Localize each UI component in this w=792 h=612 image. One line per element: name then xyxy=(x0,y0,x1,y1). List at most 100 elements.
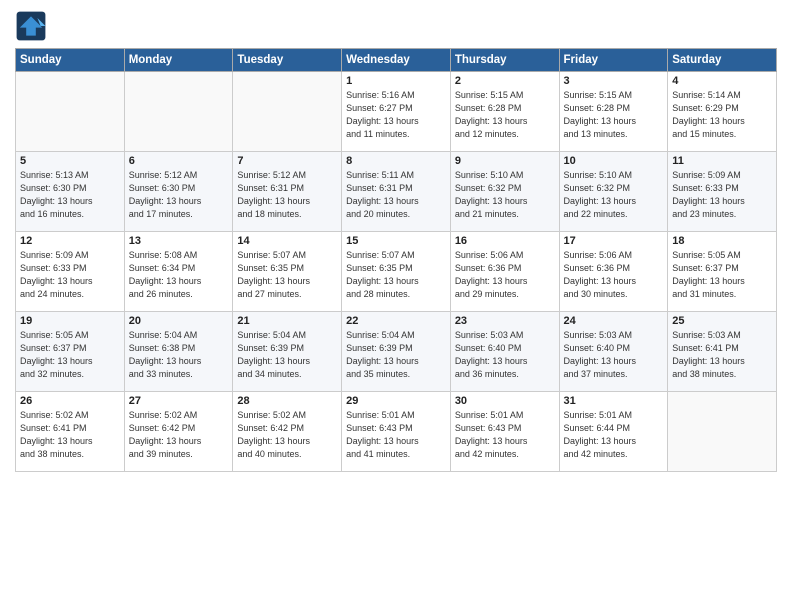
calendar-cell: 9 Sunrise: 5:10 AM Sunset: 6:32 PM Daylig… xyxy=(450,152,559,232)
logo-icon xyxy=(15,10,47,42)
day-info: Sunrise: 5:01 AM Sunset: 6:44 PM Dayligh… xyxy=(564,409,664,461)
day-info: Sunrise: 5:13 AM Sunset: 6:30 PM Dayligh… xyxy=(20,169,120,221)
calendar-cell: 28 Sunrise: 5:02 AM Sunset: 6:42 PM Dayli… xyxy=(233,392,342,472)
day-info: Sunrise: 5:06 AM Sunset: 6:36 PM Dayligh… xyxy=(455,249,555,301)
day-number: 25 xyxy=(672,315,772,327)
calendar-cell xyxy=(16,72,125,152)
day-info: Sunrise: 5:04 AM Sunset: 6:39 PM Dayligh… xyxy=(346,329,446,381)
day-number: 19 xyxy=(20,315,120,327)
day-number: 30 xyxy=(455,395,555,407)
calendar-cell: 25 Sunrise: 5:03 AM Sunset: 6:41 PM Dayli… xyxy=(668,312,777,392)
day-info: Sunrise: 5:02 AM Sunset: 6:42 PM Dayligh… xyxy=(129,409,229,461)
day-info: Sunrise: 5:10 AM Sunset: 6:32 PM Dayligh… xyxy=(564,169,664,221)
calendar-cell: 31 Sunrise: 5:01 AM Sunset: 6:44 PM Dayli… xyxy=(559,392,668,472)
day-number: 23 xyxy=(455,315,555,327)
day-number: 28 xyxy=(237,395,337,407)
day-info: Sunrise: 5:14 AM Sunset: 6:29 PM Dayligh… xyxy=(672,89,772,141)
calendar-day-header: Wednesday xyxy=(342,49,451,72)
calendar-week-row: 1Sunrise: 5:16 AM Sunset: 6:27 PM Daylig… xyxy=(16,72,777,152)
day-number: 14 xyxy=(237,235,337,247)
day-info: Sunrise: 5:02 AM Sunset: 6:41 PM Dayligh… xyxy=(20,409,120,461)
calendar-cell: 16 Sunrise: 5:06 AM Sunset: 6:36 PM Dayli… xyxy=(450,232,559,312)
day-number: 29 xyxy=(346,395,446,407)
day-info: Sunrise: 5:12 AM Sunset: 6:30 PM Dayligh… xyxy=(129,169,229,221)
calendar-cell: 8 Sunrise: 5:11 AM Sunset: 6:31 PM Daylig… xyxy=(342,152,451,232)
calendar-week-row: 19Sunrise: 5:05 AM Sunset: 6:37 PM Dayli… xyxy=(16,312,777,392)
day-info: Sunrise: 5:03 AM Sunset: 6:41 PM Dayligh… xyxy=(672,329,772,381)
day-number: 7 xyxy=(237,155,337,167)
calendar-cell: 7 Sunrise: 5:12 AM Sunset: 6:31 PM Daylig… xyxy=(233,152,342,232)
day-info: Sunrise: 5:09 AM Sunset: 6:33 PM Dayligh… xyxy=(672,169,772,221)
calendar-cell: 24Sunrise: 5:03 AM Sunset: 6:40 PM Dayli… xyxy=(559,312,668,392)
day-info: Sunrise: 5:04 AM Sunset: 6:38 PM Dayligh… xyxy=(129,329,229,381)
day-info: Sunrise: 5:10 AM Sunset: 6:32 PM Dayligh… xyxy=(455,169,555,221)
day-number: 31 xyxy=(564,395,664,407)
day-number: 24 xyxy=(564,315,664,327)
calendar-cell: 17 Sunrise: 5:06 AM Sunset: 6:36 PM Dayli… xyxy=(559,232,668,312)
day-info: Sunrise: 5:02 AM Sunset: 6:42 PM Dayligh… xyxy=(237,409,337,461)
day-number: 3 xyxy=(564,75,664,87)
day-info: Sunrise: 5:12 AM Sunset: 6:31 PM Dayligh… xyxy=(237,169,337,221)
day-info: Sunrise: 5:16 AM Sunset: 6:27 PM Dayligh… xyxy=(346,89,446,141)
calendar-cell: 4Sunrise: 5:14 AM Sunset: 6:29 PM Daylig… xyxy=(668,72,777,152)
day-info: Sunrise: 5:07 AM Sunset: 6:35 PM Dayligh… xyxy=(237,249,337,301)
calendar-table: SundayMondayTuesdayWednesdayThursdayFrid… xyxy=(15,48,777,472)
day-info: Sunrise: 5:08 AM Sunset: 6:34 PM Dayligh… xyxy=(129,249,229,301)
day-number: 27 xyxy=(129,395,229,407)
calendar-day-header: Tuesday xyxy=(233,49,342,72)
day-info: Sunrise: 5:15 AM Sunset: 6:28 PM Dayligh… xyxy=(564,89,664,141)
calendar-cell: 29 Sunrise: 5:01 AM Sunset: 6:43 PM Dayli… xyxy=(342,392,451,472)
day-info: Sunrise: 5:03 AM Sunset: 6:40 PM Dayligh… xyxy=(455,329,555,381)
day-info: Sunrise: 5:11 AM Sunset: 6:31 PM Dayligh… xyxy=(346,169,446,221)
day-number: 22 xyxy=(346,315,446,327)
calendar-week-row: 26 Sunrise: 5:02 AM Sunset: 6:41 PM Dayli… xyxy=(16,392,777,472)
day-number: 9 xyxy=(455,155,555,167)
day-info: Sunrise: 5:15 AM Sunset: 6:28 PM Dayligh… xyxy=(455,89,555,141)
logo xyxy=(15,10,51,42)
day-number: 17 xyxy=(564,235,664,247)
day-info: Sunrise: 5:04 AM Sunset: 6:39 PM Dayligh… xyxy=(237,329,337,381)
calendar-cell xyxy=(233,72,342,152)
calendar-cell: 10 Sunrise: 5:10 AM Sunset: 6:32 PM Dayli… xyxy=(559,152,668,232)
calendar-day-header: Sunday xyxy=(16,49,125,72)
calendar-week-row: 5Sunrise: 5:13 AM Sunset: 6:30 PM Daylig… xyxy=(16,152,777,232)
calendar-cell: 15 Sunrise: 5:07 AM Sunset: 6:35 PM Dayli… xyxy=(342,232,451,312)
day-number: 15 xyxy=(346,235,446,247)
header xyxy=(15,10,777,42)
calendar-cell: 13 Sunrise: 5:08 AM Sunset: 6:34 PM Dayli… xyxy=(124,232,233,312)
day-info: Sunrise: 5:06 AM Sunset: 6:36 PM Dayligh… xyxy=(564,249,664,301)
day-number: 12 xyxy=(20,235,120,247)
day-info: Sunrise: 5:05 AM Sunset: 6:37 PM Dayligh… xyxy=(672,249,772,301)
calendar-cell: 3 Sunrise: 5:15 AM Sunset: 6:28 PM Daylig… xyxy=(559,72,668,152)
calendar-cell: 23 Sunrise: 5:03 AM Sunset: 6:40 PM Dayli… xyxy=(450,312,559,392)
calendar-cell: 1Sunrise: 5:16 AM Sunset: 6:27 PM Daylig… xyxy=(342,72,451,152)
day-number: 8 xyxy=(346,155,446,167)
calendar-cell: 12 Sunrise: 5:09 AM Sunset: 6:33 PM Dayli… xyxy=(16,232,125,312)
day-number: 16 xyxy=(455,235,555,247)
calendar-day-header: Thursday xyxy=(450,49,559,72)
day-number: 10 xyxy=(564,155,664,167)
day-number: 6 xyxy=(129,155,229,167)
calendar-cell: 22 Sunrise: 5:04 AM Sunset: 6:39 PM Dayli… xyxy=(342,312,451,392)
calendar-cell: 27 Sunrise: 5:02 AM Sunset: 6:42 PM Dayli… xyxy=(124,392,233,472)
day-info: Sunrise: 5:07 AM Sunset: 6:35 PM Dayligh… xyxy=(346,249,446,301)
day-number: 2 xyxy=(455,75,555,87)
day-info: Sunrise: 5:09 AM Sunset: 6:33 PM Dayligh… xyxy=(20,249,120,301)
calendar-week-row: 12 Sunrise: 5:09 AM Sunset: 6:33 PM Dayli… xyxy=(16,232,777,312)
calendar-cell xyxy=(668,392,777,472)
calendar-cell: 19Sunrise: 5:05 AM Sunset: 6:37 PM Dayli… xyxy=(16,312,125,392)
day-info: Sunrise: 5:01 AM Sunset: 6:43 PM Dayligh… xyxy=(346,409,446,461)
calendar-day-header: Monday xyxy=(124,49,233,72)
day-number: 20 xyxy=(129,315,229,327)
calendar-cell: 26 Sunrise: 5:02 AM Sunset: 6:41 PM Dayli… xyxy=(16,392,125,472)
calendar-cell: 14 Sunrise: 5:07 AM Sunset: 6:35 PM Dayli… xyxy=(233,232,342,312)
calendar-cell: 11Sunrise: 5:09 AM Sunset: 6:33 PM Dayli… xyxy=(668,152,777,232)
day-number: 26 xyxy=(20,395,120,407)
calendar-day-header: Friday xyxy=(559,49,668,72)
calendar-header-row: SundayMondayTuesdayWednesdayThursdayFrid… xyxy=(16,49,777,72)
calendar-cell xyxy=(124,72,233,152)
calendar-cell: 5Sunrise: 5:13 AM Sunset: 6:30 PM Daylig… xyxy=(16,152,125,232)
page: SundayMondayTuesdayWednesdayThursdayFrid… xyxy=(0,0,792,612)
calendar-cell: 30Sunrise: 5:01 AM Sunset: 6:43 PM Dayli… xyxy=(450,392,559,472)
day-number: 13 xyxy=(129,235,229,247)
